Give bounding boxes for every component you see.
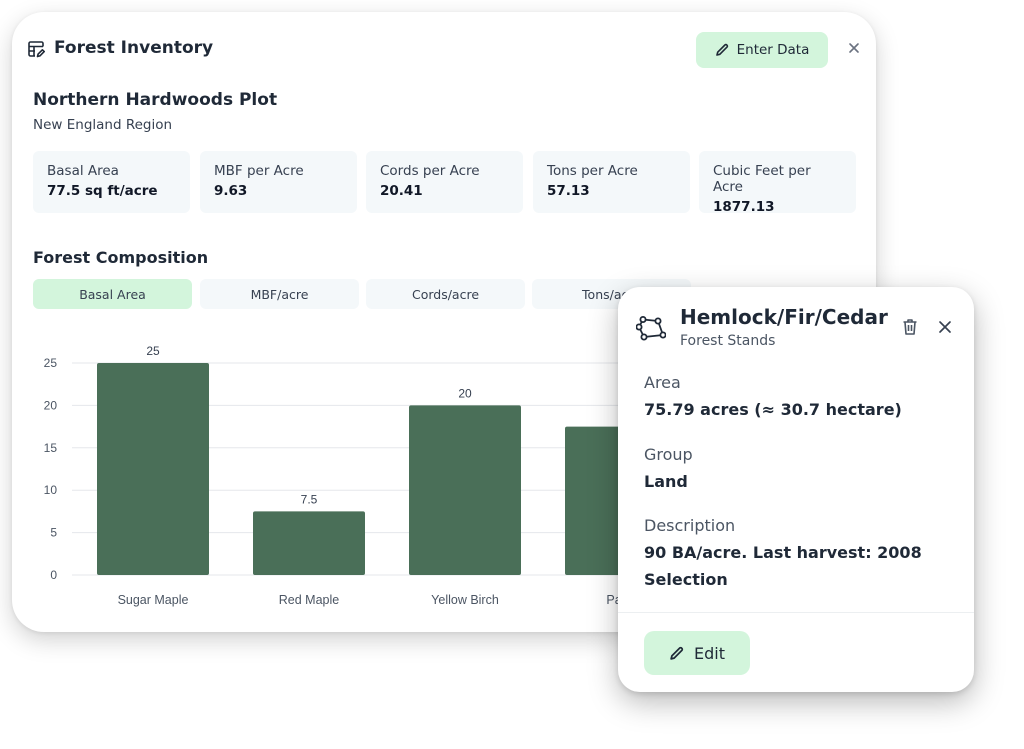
pencil-icon (715, 43, 728, 56)
edit-button[interactable]: Edit (644, 631, 750, 675)
metric-label: Tons per Acre (547, 163, 638, 179)
metric-label: Cubic Feet per Acre (713, 163, 811, 195)
trash-icon[interactable] (902, 318, 918, 336)
metric-value: 1877.13 (713, 199, 775, 215)
group-value: Land (644, 472, 688, 491)
popup-divider (618, 612, 974, 613)
x-tick-label: Yellow Birch (431, 593, 499, 607)
y-tick-label: 25 (44, 356, 58, 370)
metric-tons-per-acre: Tons per Acre 57.13 (533, 151, 690, 213)
x-tick-label: Red Maple (279, 593, 339, 607)
pencil-icon (670, 646, 684, 660)
description-value: 90 BA/acre. Last harvest: 2008 Selection (644, 543, 922, 589)
edit-label: Edit (694, 643, 725, 663)
app-title: Forest Inventory (54, 38, 214, 58)
bar (253, 511, 365, 575)
metric-value: 20.41 (380, 183, 423, 199)
y-tick-label: 5 (50, 526, 57, 540)
table-edit-icon (28, 41, 45, 58)
feature-popup: Hemlock/Fir/Cedar Forest Stands Area 75.… (618, 287, 974, 692)
metric-basal-area: Basal Area 77.5 sq ft/acre (33, 151, 190, 213)
area-label: Area (644, 373, 681, 392)
description-label: Description (644, 516, 736, 535)
bar (97, 363, 209, 575)
composition-title: Forest Composition (33, 248, 209, 267)
tab-mbf-acre[interactable]: MBF/acre (200, 279, 359, 309)
bar-value-label: 20 (458, 386, 472, 400)
close-icon[interactable] (938, 320, 952, 334)
bar-value-label: 7.5 (301, 492, 318, 506)
enter-data-label: Enter Data (736, 42, 810, 58)
enter-data-button[interactable]: Enter Data (696, 32, 828, 68)
plot-title: Northern Hardwoods Plot (33, 90, 278, 110)
group-label: Group (644, 445, 693, 464)
tab-cords-acre[interactable]: Cords/acre (366, 279, 525, 309)
popup-title: Hemlock/Fir/Cedar (680, 305, 888, 329)
metric-label: Basal Area (47, 163, 119, 179)
tab-basal-area[interactable]: Basal Area (33, 279, 192, 309)
bar (409, 405, 521, 575)
x-tick-label: Sugar Maple (118, 593, 189, 607)
metric-label: MBF per Acre (214, 163, 304, 179)
metric-cubic-feet-per-acre: Cubic Feet per Acre 1877.13 (699, 151, 856, 215)
metric-value: 77.5 sq ft/acre (47, 183, 158, 199)
metric-mbf-per-acre: MBF per Acre 9.63 (200, 151, 357, 213)
metric-label: Cords per Acre (380, 163, 480, 179)
y-tick-label: 15 (44, 441, 58, 455)
y-tick-label: 20 (44, 398, 58, 412)
metric-cords-per-acre: Cords per Acre 20.41 (366, 151, 523, 213)
metric-value: 9.63 (214, 183, 248, 199)
panel-header: Forest Inventory Enter Data (12, 12, 876, 88)
bar-value-label: 25 (146, 344, 160, 358)
y-tick-label: 0 (50, 568, 57, 582)
polygon-icon (636, 316, 666, 341)
metric-value: 57.13 (547, 183, 590, 199)
close-icon[interactable] (846, 40, 862, 56)
popup-subtitle: Forest Stands (680, 333, 776, 349)
area-value: 75.79 acres (≈ 30.7 hectare) (644, 400, 902, 419)
y-tick-label: 10 (44, 483, 58, 497)
plot-region: New England Region (33, 117, 173, 133)
